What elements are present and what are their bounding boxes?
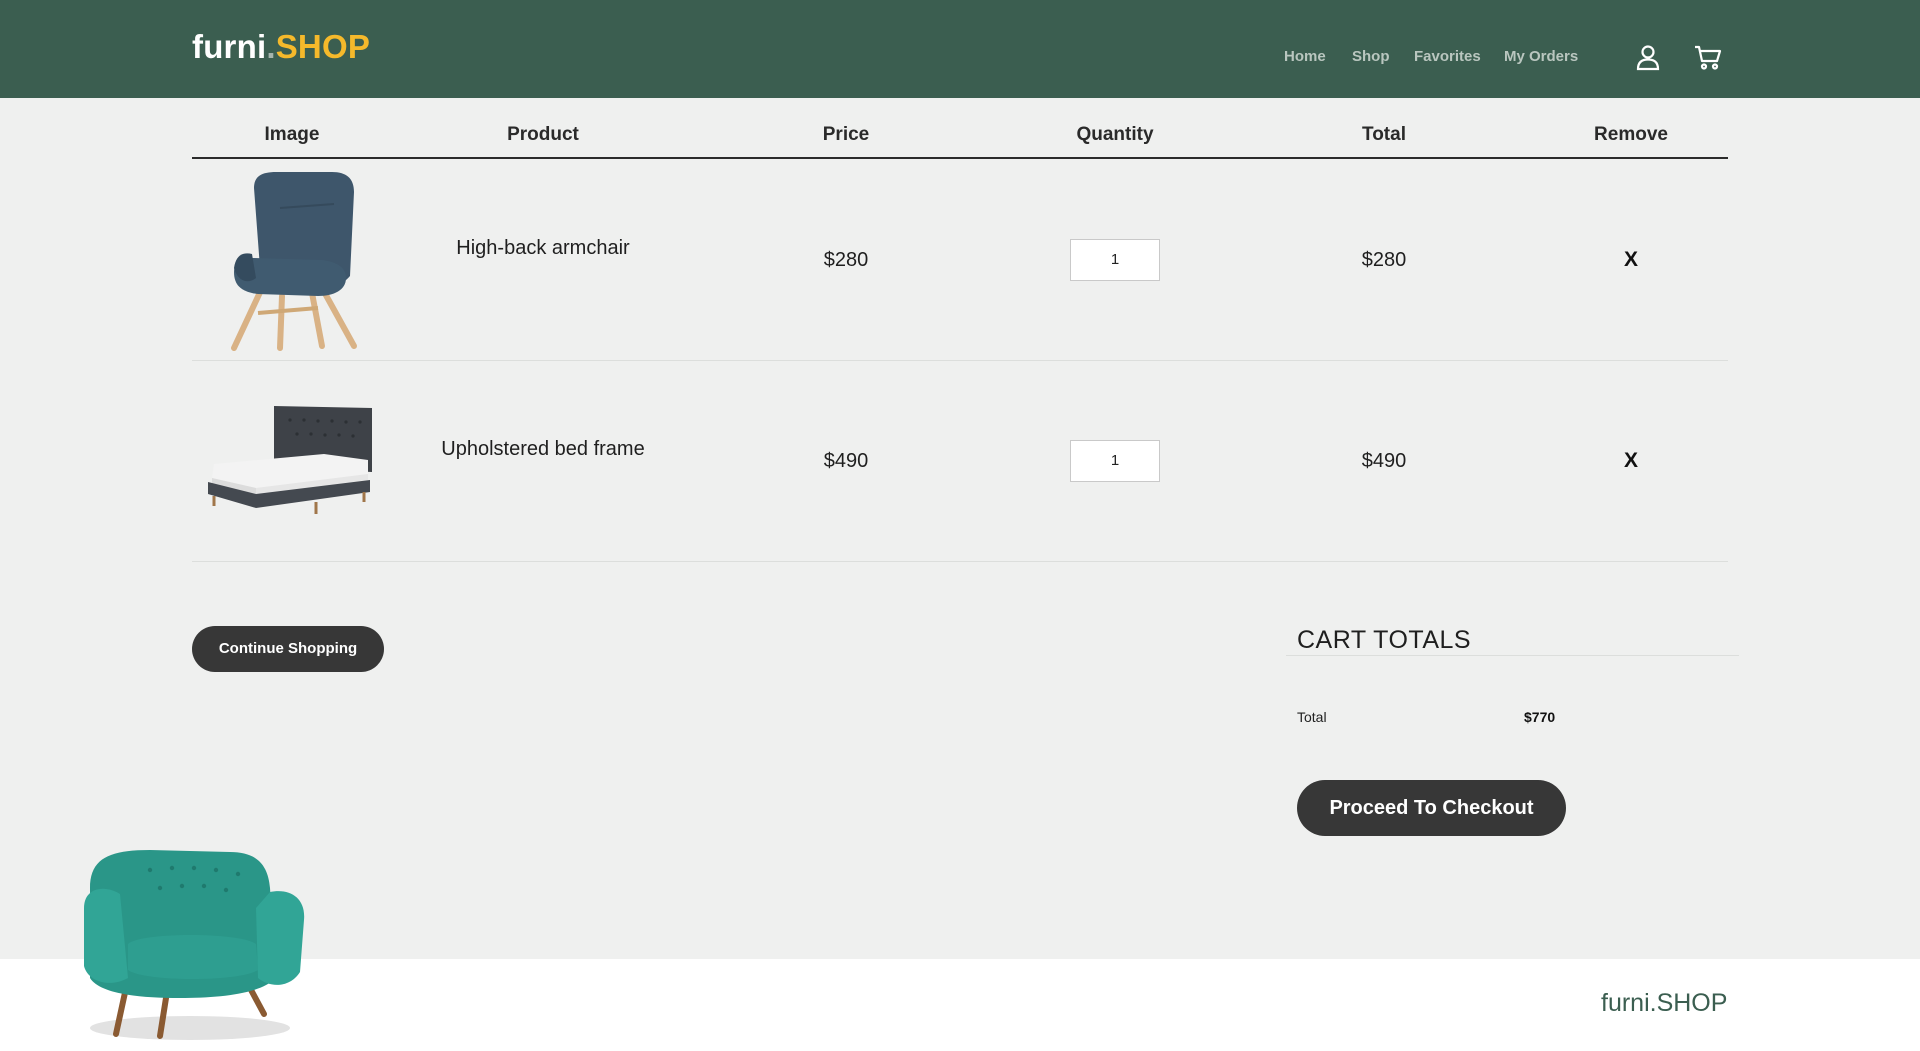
- col-header-total: Total: [1362, 124, 1406, 145]
- col-header-remove: Remove: [1594, 124, 1668, 145]
- product-image-bed: [204, 402, 376, 518]
- product-total: $490: [1361, 450, 1407, 472]
- nav-favorites[interactable]: Favorites: [1414, 48, 1481, 65]
- product-total: $280: [1361, 249, 1407, 271]
- cart-totals-divider: [1286, 655, 1739, 656]
- product-price: $280: [823, 249, 869, 271]
- decorative-armchair-image: [80, 848, 312, 1045]
- product-price: $490: [823, 450, 869, 472]
- quantity-input[interactable]: 1: [1070, 440, 1160, 482]
- remove-item-button[interactable]: X: [1611, 248, 1651, 272]
- cart-total-value: $770: [1524, 709, 1556, 725]
- cart-total-label: Total: [1297, 709, 1327, 725]
- cart-totals-title: CART TOTALS: [1297, 626, 1472, 654]
- product-name: Upholstered bed frame: [441, 438, 645, 460]
- table-header-divider: [192, 157, 1728, 159]
- col-header-product: Product: [507, 124, 579, 145]
- col-header-image: Image: [264, 124, 320, 145]
- logo-accent: SHOP: [275, 28, 371, 65]
- nav-my-orders[interactable]: My Orders: [1504, 48, 1578, 65]
- site-logo[interactable]: furni.SHOP: [192, 28, 370, 66]
- col-header-price: Price: [822, 124, 870, 145]
- nav-shop[interactable]: Shop: [1352, 48, 1390, 65]
- user-icon[interactable]: [1633, 42, 1663, 72]
- footer-logo[interactable]: furni.SHOP: [1601, 989, 1727, 1018]
- col-header-quantity: Quantity: [1076, 124, 1154, 145]
- site-header: furni.SHOP Home Shop Favorites My Orders: [0, 0, 1920, 98]
- product-image-armchair: [222, 168, 362, 352]
- remove-item-button[interactable]: X: [1611, 449, 1651, 473]
- row-divider: [192, 561, 1728, 562]
- continue-shopping-button[interactable]: Continue Shopping: [192, 626, 384, 672]
- cart-icon[interactable]: [1693, 42, 1723, 72]
- logo-dot: .: [266, 28, 276, 65]
- quantity-input[interactable]: 1: [1070, 239, 1160, 281]
- proceed-to-checkout-button[interactable]: Proceed To Checkout: [1297, 780, 1566, 836]
- nav-home[interactable]: Home: [1284, 48, 1326, 65]
- product-name: High-back armchair: [456, 237, 630, 259]
- row-divider: [192, 360, 1728, 361]
- logo-main: furni: [192, 28, 267, 65]
